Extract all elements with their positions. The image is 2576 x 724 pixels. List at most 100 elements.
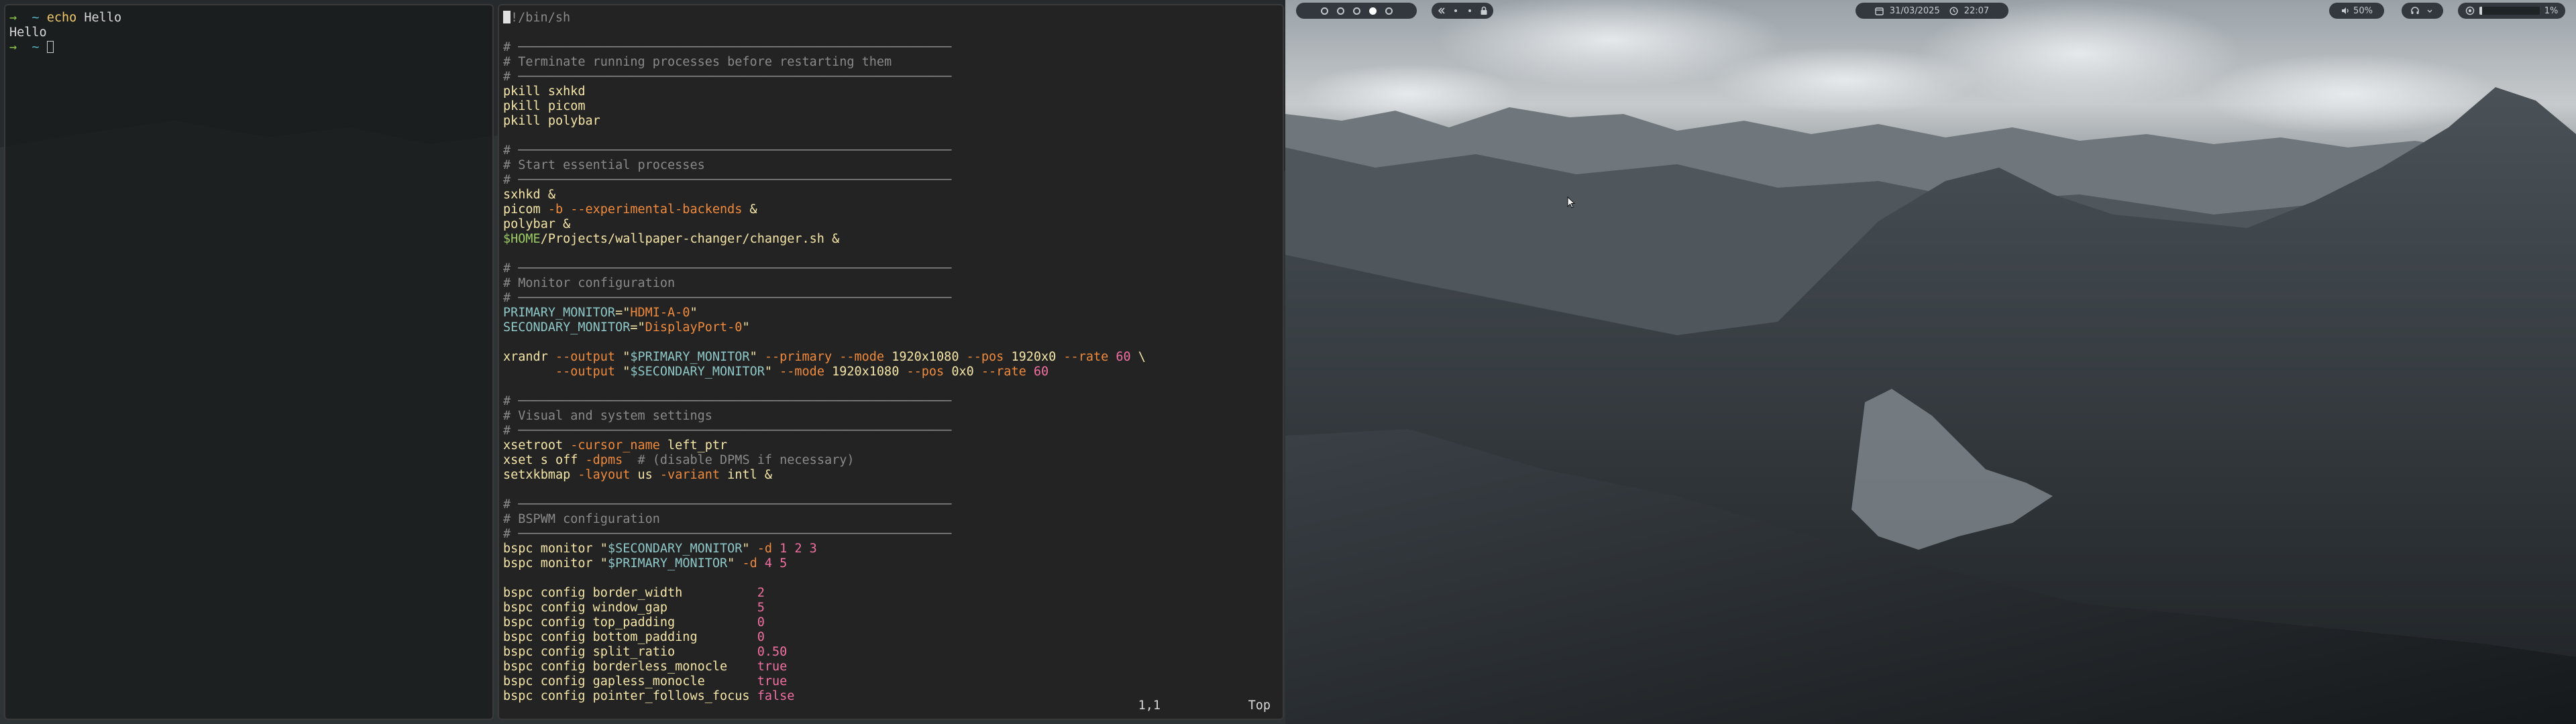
text-segment: bspc config window_gap bbox=[503, 601, 757, 615]
text-segment: --output bbox=[555, 350, 616, 364]
editor-statusline: 1,1 Top bbox=[499, 699, 1283, 715]
dot-icon[interactable] bbox=[1465, 6, 1474, 15]
text-segment: HDMI-A-0 bbox=[630, 306, 690, 320]
brightness-module[interactable]: 1% bbox=[2458, 3, 2565, 19]
workspace-4-icon[interactable] bbox=[1368, 7, 1377, 15]
text-line: # ──────────────────────────────────────… bbox=[503, 261, 1146, 276]
text-segment: # ──────────────────────────────────────… bbox=[503, 394, 952, 408]
brightness-slider-fill bbox=[2479, 7, 2483, 15]
text-segment: us bbox=[630, 468, 660, 482]
text-line: xsetroot -cursor_name left_ptr bbox=[503, 438, 1146, 453]
text-segment: 60 bbox=[1116, 350, 1131, 364]
text-line: bspc config gapless_monocle true bbox=[503, 674, 1146, 689]
text-segment: =" bbox=[630, 320, 645, 335]
text-line: # ──────────────────────────────────────… bbox=[503, 291, 1146, 306]
text-segment: # ──────────────────────────────────────… bbox=[503, 173, 952, 187]
text-line bbox=[503, 483, 1146, 497]
text-line: bspc config top_padding 0 bbox=[503, 615, 1146, 630]
mouse-pointer-icon bbox=[1567, 196, 1576, 208]
text-line bbox=[503, 571, 1146, 586]
text-line: bspc config window_gap 5 bbox=[503, 601, 1146, 615]
text-segment: " bbox=[690, 306, 698, 320]
text-line: bspc monitor "$SECONDARY_MONITOR" -d 1 2… bbox=[503, 542, 1146, 556]
text-segment: --primary --mode bbox=[764, 350, 885, 364]
workspace-1-icon[interactable] bbox=[1320, 7, 1328, 15]
text-line bbox=[503, 129, 1146, 143]
text-line bbox=[503, 379, 1146, 394]
text-segment: =" bbox=[615, 306, 631, 320]
text-segment: 1920x0 bbox=[1004, 350, 1064, 364]
dot-icon[interactable] bbox=[1451, 6, 1460, 15]
text-segment: polybar & bbox=[503, 217, 571, 231]
brightness-icon bbox=[2465, 6, 2475, 15]
text-line: # ──────────────────────────────────────… bbox=[503, 394, 1146, 409]
text-segment: $PRIMARY_MONITOR bbox=[607, 556, 728, 570]
text-line: → ~ bbox=[9, 40, 121, 55]
text-line bbox=[503, 25, 1146, 40]
text-cursor bbox=[46, 41, 54, 53]
scroll-indicator: Top bbox=[1248, 699, 1271, 713]
editor-window[interactable]: !/bin/sh # ──────────────────────────────… bbox=[498, 4, 1284, 720]
text-segment: " bbox=[615, 365, 631, 379]
terminal-output[interactable]: → ~ echo Hello Hello → ~ bbox=[9, 11, 121, 55]
text-line: bspc config borderless_monocle true bbox=[503, 660, 1146, 674]
back-arrows-icon[interactable] bbox=[1437, 6, 1446, 15]
text-segment bbox=[757, 556, 765, 570]
text-segment: picom bbox=[503, 202, 548, 217]
datetime-module: 31/03/2025 22:07 bbox=[1856, 3, 2008, 19]
text-segment: " bbox=[764, 365, 780, 379]
audio-device-module[interactable] bbox=[2402, 3, 2443, 19]
text-segment: \ bbox=[1130, 350, 1146, 364]
text-segment: 0.50 bbox=[757, 645, 788, 659]
text-segment: " bbox=[615, 350, 631, 364]
text-segment: -dpms bbox=[585, 453, 623, 467]
text-line: pkill picom bbox=[503, 99, 1146, 114]
text-segment: -cursor_name bbox=[570, 438, 660, 452]
text-segment: -d bbox=[742, 556, 757, 570]
text-segment: 4 5 bbox=[764, 556, 788, 570]
text-segment: --output bbox=[555, 365, 616, 379]
lock-icon[interactable] bbox=[1479, 6, 1489, 15]
text-line: pkill sxhkd bbox=[503, 84, 1146, 99]
text-line: → ~ echo Hello bbox=[9, 11, 121, 25]
text-line: # ──────────────────────────────────────… bbox=[503, 70, 1146, 84]
text-segment bbox=[1026, 365, 1034, 379]
text-line bbox=[503, 335, 1146, 350]
editor-buffer[interactable]: !/bin/sh # ──────────────────────────────… bbox=[503, 11, 1146, 704]
workspace-2-icon[interactable] bbox=[1336, 7, 1344, 15]
text-segment: pkill polybar bbox=[503, 114, 600, 128]
text-segment: --rate bbox=[981, 365, 1026, 379]
brightness-slider[interactable] bbox=[2479, 7, 2540, 15]
text-line: picom -b --experimental-backends & bbox=[503, 202, 1146, 217]
text-segment: " bbox=[727, 556, 743, 570]
chevron-down-icon bbox=[2425, 6, 2434, 15]
speaker-icon bbox=[2341, 6, 2350, 15]
text-segment: $PRIMARY_MONITOR bbox=[630, 350, 750, 364]
text-line bbox=[503, 247, 1146, 261]
text-segment: bspc config gapless_monocle bbox=[503, 674, 757, 688]
text-segment: -b --experimental-backends bbox=[547, 202, 743, 217]
text-line: # ──────────────────────────────────────… bbox=[503, 527, 1146, 542]
calendar-icon bbox=[1875, 6, 1884, 15]
headphones-icon bbox=[2410, 6, 2420, 15]
text-segment: → bbox=[9, 11, 17, 25]
text-line: polybar & bbox=[503, 217, 1146, 232]
text-segment: → bbox=[9, 40, 17, 54]
text-segment: & bbox=[742, 202, 757, 217]
text-line: $HOME/Projects/wallpaper-changer/changer… bbox=[503, 232, 1146, 247]
date-text: 31/03/2025 bbox=[1889, 5, 1940, 16]
text-segment: $HOME bbox=[503, 232, 541, 246]
text-segment: " bbox=[749, 350, 765, 364]
terminal-window-left[interactable]: → ~ echo Hello Hello → ~ bbox=[4, 4, 494, 720]
text-segment: 1920x1080 bbox=[884, 350, 967, 364]
text-segment: # ──────────────────────────────────────… bbox=[503, 497, 952, 511]
text-segment: # ──────────────────────────────────────… bbox=[503, 40, 952, 54]
text-line: # Start essential processes bbox=[503, 158, 1146, 173]
workspace-3-icon[interactable] bbox=[1352, 7, 1360, 15]
text-segment: 1 2 3 bbox=[780, 542, 817, 556]
text-line: pkill polybar bbox=[503, 114, 1146, 129]
text-segment: # BSPWM configuration bbox=[503, 512, 660, 526]
volume-module[interactable]: 50% bbox=[2329, 3, 2384, 19]
text-segment: # ──────────────────────────────────────… bbox=[503, 527, 952, 541]
workspace-5-icon[interactable] bbox=[1385, 7, 1393, 15]
